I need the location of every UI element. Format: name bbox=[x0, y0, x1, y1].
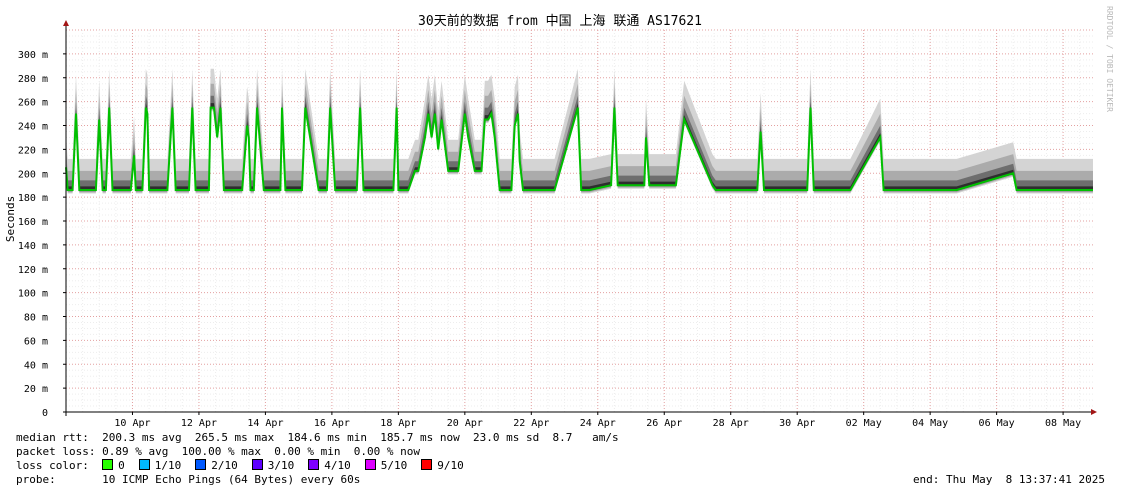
loss-color-item: 3/10 bbox=[251, 459, 295, 472]
y-tick-label: 100 m bbox=[18, 289, 48, 300]
loss-color-label: 5/10 bbox=[380, 459, 408, 472]
y-tick-label: 160 m bbox=[18, 217, 48, 228]
latency-chart: 30天前的数据 from 中国 上海 联通 AS17621 Seconds RR… bbox=[4, 6, 1114, 429]
loss-color-item: 9/10 bbox=[421, 459, 464, 472]
x-tick-label: 14 Apr bbox=[247, 418, 283, 429]
loss-color-swatch bbox=[251, 459, 263, 470]
x-tick-label: 02 May bbox=[846, 418, 882, 429]
x-tick-label: 20 Apr bbox=[447, 418, 483, 429]
y-tick-label: 60 m bbox=[24, 336, 48, 347]
watermark: RRDTOOL / TOBI OETIKER bbox=[1105, 6, 1114, 112]
y-tick-label: 180 m bbox=[18, 193, 48, 204]
loss-color-item: 0 bbox=[102, 459, 125, 472]
loss-color-label: 1/10 bbox=[154, 459, 182, 472]
loss-color-swatch bbox=[102, 459, 114, 470]
x-tick-label: 10 Apr bbox=[114, 418, 150, 429]
x-tick-label: 18 Apr bbox=[380, 418, 416, 429]
y-tick-label: 280 m bbox=[18, 74, 48, 85]
loss-color-swatch bbox=[308, 459, 320, 470]
y-tick-label: 220 m bbox=[18, 145, 48, 156]
x-tick-label: 16 Apr bbox=[314, 418, 350, 429]
x-tick-label: 30 Apr bbox=[779, 418, 815, 429]
x-tick-label: 26 Apr bbox=[646, 418, 682, 429]
tick-labels: 0 20 m 40 m 60 m 80 m 100 m 120 m 140 m 160 m 180… bbox=[18, 50, 1081, 429]
loss-color-label: 4/10 bbox=[324, 459, 351, 472]
x-tick-label: 28 Apr bbox=[713, 418, 749, 429]
loss-color-swatch bbox=[421, 459, 433, 470]
y-tick-label: 300 m bbox=[18, 50, 48, 61]
y-tick-label: 0 bbox=[42, 408, 48, 419]
loss-color-item: 2/10 bbox=[195, 459, 238, 472]
loss-color-swatch bbox=[138, 459, 150, 470]
chart-title: 30天前的数据 from 中国 上海 联通 AS17621 bbox=[418, 13, 702, 29]
loss-color-item: 5/10 bbox=[364, 459, 408, 472]
axes bbox=[63, 20, 1097, 416]
median-legend-row: median rtt: 200.3 ms avg 265.5 ms max 18… bbox=[16, 431, 619, 444]
loss-color-swatch bbox=[195, 459, 207, 470]
y-tick-label: 140 m bbox=[18, 241, 48, 252]
y-tick-label: 200 m bbox=[18, 169, 48, 180]
loss-color-row: loss color: 0 1/10 2/10 3/10 4/10 5/10 9/10 bbox=[16, 459, 478, 473]
x-tick-label: 06 May bbox=[979, 418, 1015, 429]
y-tick-label: 20 m bbox=[24, 384, 48, 395]
loss-swatches: 0 1/10 2/10 3/10 4/10 5/10 9/10 bbox=[102, 459, 478, 472]
x-tick-label: 22 Apr bbox=[513, 418, 549, 429]
loss-color-item: 4/10 bbox=[308, 459, 351, 472]
end-time: end: Thu May 8 13:37:41 2025 bbox=[912, 473, 1105, 486]
x-tick-label: 24 Apr bbox=[580, 418, 616, 429]
y-axis-arrow bbox=[63, 20, 69, 26]
x-tick-label: 12 Apr bbox=[181, 418, 217, 429]
loss-color-label: 2/10 bbox=[211, 459, 238, 472]
y-tick-label: 260 m bbox=[18, 98, 48, 109]
y-tick-label: 120 m bbox=[18, 265, 48, 276]
loss-color-label: 3/10 bbox=[267, 459, 295, 472]
x-axis-arrow bbox=[1091, 409, 1097, 415]
y-tick-label: 40 m bbox=[24, 360, 48, 371]
y-tick-label: 80 m bbox=[24, 313, 48, 324]
probe-row: probe: 10 ICMP Echo Pings (64 Bytes) eve… bbox=[16, 473, 361, 486]
x-tick-label: 08 May bbox=[1045, 418, 1081, 429]
loss-color-label: 0 bbox=[118, 459, 125, 472]
loss-color-swatch bbox=[364, 459, 376, 470]
loss-color-item: 1/10 bbox=[138, 459, 182, 472]
packet-loss-row: packet loss: 0.89 % avg 100.00 % max 0.0… bbox=[16, 445, 420, 458]
y-axis-label: Seconds bbox=[4, 196, 17, 242]
loss-color-label: 9/10 bbox=[437, 459, 464, 472]
x-tick-label: 04 May bbox=[912, 418, 948, 429]
y-tick-label: 240 m bbox=[18, 122, 48, 133]
